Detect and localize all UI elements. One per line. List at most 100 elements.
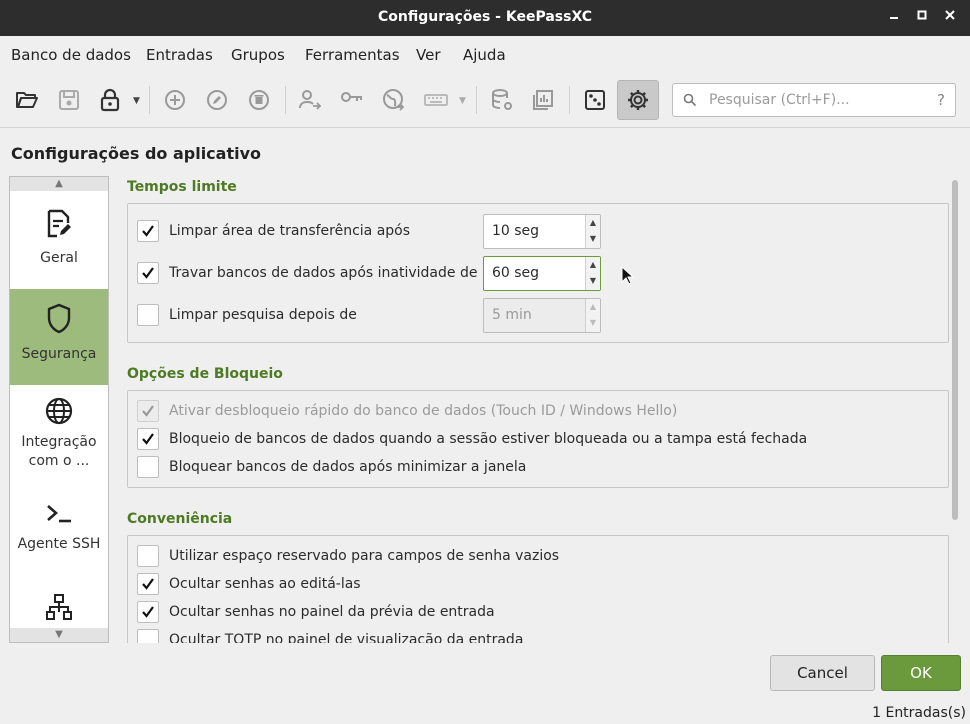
trash-icon xyxy=(249,90,269,110)
convenience-group-title: Conveniência xyxy=(127,511,233,527)
clear-clipboard-spinbox[interactable]: 10 seg ▲ ▼ xyxy=(483,214,601,249)
search-icon xyxy=(683,93,697,107)
checkbox xyxy=(137,400,159,422)
open-url-button[interactable] xyxy=(377,82,411,118)
mouse-cursor-icon xyxy=(621,266,635,285)
search-placeholder: Pesquisar (Ctrl+F)... xyxy=(709,92,850,108)
chevron-down-icon[interactable]: ▼ xyxy=(133,96,140,106)
lock-inactivity-option[interactable]: Travar bancos de dados após inatividade … xyxy=(137,261,477,285)
password-generator-button[interactable] xyxy=(578,82,612,118)
clear-clipboard-option[interactable]: Limpar área de transferência após xyxy=(137,219,410,243)
password-placeholder-option[interactable]: Utilizar espaço reservado para campos de… xyxy=(137,544,559,568)
toolbar-separator xyxy=(569,86,570,114)
checkbox[interactable] xyxy=(137,456,159,478)
toolbar-separator xyxy=(149,86,150,114)
add-entry-button[interactable] xyxy=(158,82,192,118)
menu-database[interactable]: Banco de dados xyxy=(11,46,131,64)
checkbox[interactable] xyxy=(137,220,159,242)
lock-inactivity-spinbox[interactable]: 60 seg ▲ ▼ xyxy=(483,256,601,291)
search-help-icon[interactable]: ? xyxy=(937,91,945,109)
category-label: Integração com o ... xyxy=(21,434,97,469)
checkmark-icon xyxy=(142,578,154,590)
lock-icon xyxy=(100,88,120,112)
option-label: Limpar área de transferência após xyxy=(169,223,411,239)
status-entry-count: 1 Entradas(s) xyxy=(872,705,966,721)
checkbox[interactable] xyxy=(137,629,159,643)
menu-tools[interactable]: Ferramentas xyxy=(305,46,400,64)
lock-on-session-lock-option[interactable]: Bloqueio de bancos de dados quando a ses… xyxy=(137,427,807,451)
globe-arrow-icon xyxy=(383,89,405,111)
autotype-button[interactable] xyxy=(419,82,453,118)
clear-search-option[interactable]: Limpar pesquisa depois de xyxy=(137,303,357,327)
option-label: Travar bancos de dados após inatividade … xyxy=(169,265,478,281)
option-label: Bloquear bancos de dados após minimizar … xyxy=(169,459,527,475)
add-circle-icon xyxy=(165,90,185,110)
lock-database-button[interactable] xyxy=(93,82,127,118)
checkmark-icon xyxy=(142,433,154,445)
menu-view[interactable]: Ver xyxy=(416,46,441,64)
category-browser-integration[interactable]: Integração com o ... xyxy=(10,385,108,491)
checkmark-icon xyxy=(142,267,154,279)
spinbox-arrows[interactable]: ▲ ▼ xyxy=(585,299,600,332)
database-reports-button[interactable] xyxy=(526,82,560,118)
clear-search-spinbox[interactable]: 5 min ▲ ▼ xyxy=(483,298,601,333)
category-label: Geral xyxy=(40,250,78,266)
settings-button[interactable] xyxy=(617,80,659,120)
dice-icon xyxy=(585,90,605,110)
checkmark-icon xyxy=(142,225,154,237)
close-icon[interactable] xyxy=(941,8,959,26)
database-gear-icon xyxy=(492,89,512,110)
menu-help[interactable]: Ajuda xyxy=(463,46,506,64)
gear-icon xyxy=(628,90,648,110)
option-label: Utilizar espaço reservado para campos de… xyxy=(169,548,560,564)
maximize-icon[interactable] xyxy=(913,8,931,26)
search-input[interactable]: Pesquisar (Ctrl+F)... ? xyxy=(672,83,956,117)
copy-username-button[interactable] xyxy=(293,82,327,118)
hide-passwords-preview-option[interactable]: Ocultar senhas no painel da prévia de en… xyxy=(137,600,495,624)
hide-totp-preview-option[interactable]: Ocultar TOTP no painel de visualização d… xyxy=(137,628,523,643)
copy-password-button[interactable] xyxy=(335,82,369,118)
quick-unlock-option: Ativar desbloqueio rápido do banco de da… xyxy=(137,399,677,423)
option-label: Ativar desbloqueio rápido do banco de da… xyxy=(169,403,678,419)
checkbox[interactable] xyxy=(137,428,159,450)
window-title: Configurações - KeePassXC xyxy=(377,9,593,25)
chart-icon xyxy=(533,90,553,110)
terminal-icon xyxy=(47,505,71,523)
edit-icon xyxy=(207,90,227,110)
checkbox[interactable] xyxy=(137,545,159,567)
lock-on-minimize-option[interactable]: Bloquear bancos de dados após minimizar … xyxy=(137,455,526,479)
checkbox[interactable] xyxy=(137,573,159,595)
hide-passwords-editing-option[interactable]: Ocultar senhas ao editá-las xyxy=(137,572,361,596)
save-database-button[interactable] xyxy=(52,82,86,118)
spinbox-value: 5 min xyxy=(492,307,532,323)
timeouts-group-title: Tempos limite xyxy=(127,179,237,195)
checkbox[interactable] xyxy=(137,262,159,284)
menu-groups[interactable]: Grupos xyxy=(231,46,285,64)
spinbox-arrows[interactable]: ▲ ▼ xyxy=(585,215,600,248)
chevron-down-icon[interactable]: ▼ xyxy=(459,96,466,106)
category-label: Segurança xyxy=(21,346,97,362)
minimize-icon[interactable] xyxy=(885,8,903,26)
option-label: Ocultar TOTP no painel de visualização d… xyxy=(169,632,524,643)
checkbox[interactable] xyxy=(137,601,159,623)
option-label: Ocultar senhas ao editá-las xyxy=(169,576,361,592)
checkbox[interactable] xyxy=(137,304,159,326)
database-settings-button[interactable] xyxy=(485,82,519,118)
open-database-button[interactable] xyxy=(10,82,44,118)
checkmark-icon xyxy=(142,405,154,417)
category-general[interactable]: Geral xyxy=(10,193,108,289)
toolbar-separator xyxy=(476,86,477,114)
spinbox-arrows[interactable]: ▲ ▼ xyxy=(585,257,600,290)
toolbar-separator xyxy=(285,86,286,114)
keyboard-icon xyxy=(424,94,448,106)
spinbox-value: 10 seg xyxy=(492,223,540,239)
edit-entry-button[interactable] xyxy=(200,82,234,118)
lock-options-group-title: Opções de Bloqueio xyxy=(127,366,283,382)
category-security[interactable]: Segurança xyxy=(10,289,108,385)
vertical-scrollbar[interactable] xyxy=(952,180,958,520)
scroll-up-icon[interactable]: ▲ xyxy=(10,177,108,191)
delete-entry-button[interactable] xyxy=(242,82,276,118)
menu-entries[interactable]: Entradas xyxy=(146,46,213,64)
cancel-button[interactable]: Cancel xyxy=(770,655,875,691)
ok-button[interactable]: OK xyxy=(881,655,961,691)
